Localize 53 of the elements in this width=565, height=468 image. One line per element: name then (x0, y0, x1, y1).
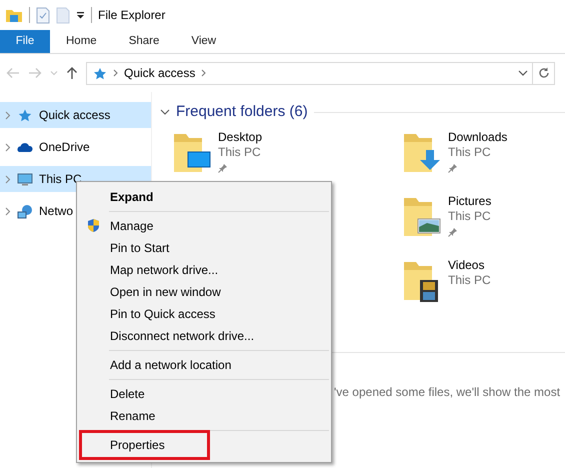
folder-name[interactable]: Videos (448, 258, 491, 273)
nav-item[interactable]: Quick access (0, 102, 151, 128)
ribbon-tab[interactable]: Share (112, 30, 176, 53)
pin-icon (218, 163, 228, 173)
folder-tile[interactable]: Videos This PC (402, 258, 565, 322)
collapse-icon[interactable] (160, 108, 170, 116)
ribbon-tab[interactable]: Home (50, 30, 113, 53)
dropdown-icon[interactable] (76, 11, 85, 19)
menu-item[interactable]: Disconnect network drive... (79, 325, 329, 347)
menu-item[interactable]: Rename (79, 405, 329, 427)
folder-name[interactable]: Pictures (448, 194, 492, 209)
chevron-icon (113, 69, 118, 77)
monitor-icon (17, 172, 33, 186)
shield-icon (87, 218, 100, 233)
folder-tile[interactable]: Pictures This PC (402, 194, 565, 258)
address-field[interactable]: Quick access (86, 62, 533, 84)
menu-item[interactable]: Map network drive... (79, 259, 329, 281)
chevron-icon[interactable] (5, 174, 11, 184)
folder-location: This PC (448, 273, 491, 288)
network-icon (17, 204, 33, 218)
file-menu-tab[interactable]: File (0, 30, 50, 53)
empty-message: 've opened some files, we'll show the most (334, 384, 562, 401)
window-title: File Explorer (98, 7, 166, 24)
nav-item[interactable]: OneDrive (0, 134, 151, 160)
section-heading[interactable]: Frequent folders (6) (176, 100, 308, 124)
folder-name[interactable]: Desktop (218, 130, 262, 145)
chevron-icon[interactable] (5, 206, 11, 216)
folder-location: This PC (448, 145, 492, 160)
dropdown-icon[interactable] (518, 70, 528, 76)
menu-item[interactable]: Pin to Start (79, 237, 329, 259)
chevron-icon (201, 69, 206, 77)
menu-item[interactable]: Open in new window (79, 281, 329, 303)
menu-item[interactable]: Properties (79, 430, 210, 460)
star-icon (93, 66, 107, 80)
menu-item[interactable]: Pin to Quick access (79, 303, 329, 325)
folder-icon[interactable] (5, 7, 23, 23)
pin-icon (448, 163, 458, 173)
chevron-icon[interactable] (5, 110, 11, 120)
pin-icon (448, 227, 458, 237)
folder-location: This PC (448, 209, 492, 224)
menu-item[interactable]: Manage (79, 215, 329, 237)
ribbon-tab[interactable]: View (175, 30, 232, 53)
refresh-icon[interactable] (538, 67, 550, 79)
folder-tile[interactable]: Downloads This PC (402, 130, 565, 194)
up-icon[interactable] (66, 66, 78, 80)
chevron-icon[interactable] (5, 142, 11, 152)
breadcrumb[interactable]: Quick access (124, 64, 196, 82)
folder-name[interactable]: Downloads (448, 130, 508, 145)
menu-item[interactable]: Add a network location (79, 354, 329, 376)
properties-icon[interactable] (36, 6, 50, 24)
folder-location: This PC (218, 145, 262, 160)
menu-item[interactable]: Delete (79, 383, 329, 405)
star-icon (17, 108, 33, 122)
